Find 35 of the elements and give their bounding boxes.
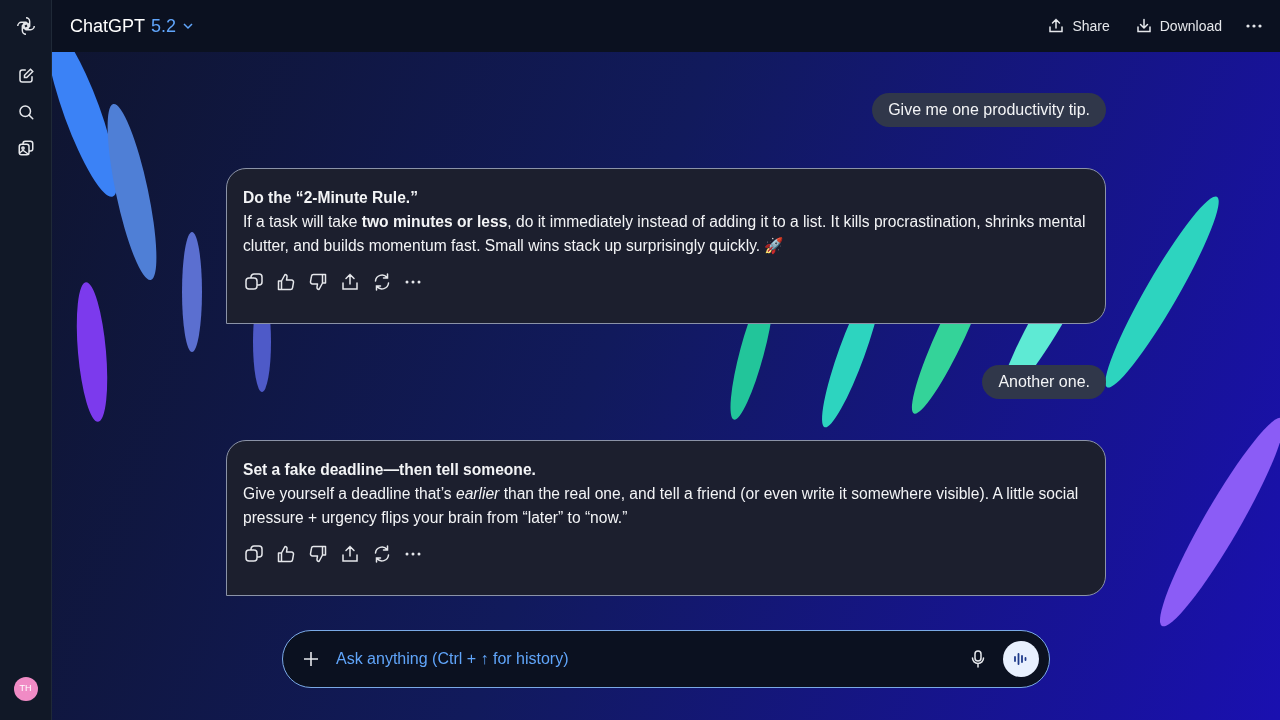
app-title: ChatGPT	[70, 14, 146, 38]
response-title: Do the “2-Minute Rule.”	[243, 188, 418, 208]
copy-icon[interactable]	[245, 273, 263, 291]
response-text: Give yourself a deadline that’s earlier than the real one, and tell a friend (or even write it somewhere visible). A little social pressure + urgency flips your brain from “later” to “now.”	[243, 484, 1080, 528]
share-icon[interactable]	[341, 545, 359, 563]
thumbs-down-icon[interactable]	[309, 273, 327, 291]
model-selector[interactable]: ChatGPT 5.2	[70, 12, 195, 40]
message-composer[interactable]: Ask anything (Ctrl + ↑ for history)	[282, 630, 1050, 688]
more-options-icon[interactable]	[1246, 24, 1262, 28]
images-icon[interactable]	[16, 139, 35, 157]
copy-icon[interactable]	[245, 545, 263, 563]
microphone-icon[interactable]	[971, 650, 985, 668]
prompt-input[interactable]: Ask anything (Ctrl + ↑ for history)	[336, 647, 971, 671]
thumbs-up-icon[interactable]	[277, 273, 295, 291]
plus-icon[interactable]	[303, 651, 319, 667]
regenerate-icon[interactable]	[373, 545, 391, 563]
model-version: 5.2	[151, 14, 177, 38]
share-icon	[1048, 18, 1065, 34]
thumbs-up-icon[interactable]	[277, 545, 295, 563]
download-icon	[1135, 18, 1152, 34]
chevron-down-icon	[182, 20, 195, 32]
logo-icon[interactable]	[14, 15, 37, 37]
share-icon[interactable]	[341, 273, 359, 291]
share-button[interactable]: Share	[1048, 15, 1110, 37]
download-button[interactable]: Download	[1135, 15, 1222, 37]
user-message: Another one.	[982, 365, 1106, 399]
response-title: Set a fake deadline—then tell someone.	[243, 460, 536, 480]
new-chat-icon[interactable]	[16, 67, 35, 85]
response-text: If a task will take two minutes or less, do it immediately instead of adding it to a list. It kills procrastination, shrinks mental clutter, and builds momentum fast. Small wins stack up surprisingly quickly. 🚀	[243, 212, 1087, 256]
voice-mode-button[interactable]	[1003, 641, 1039, 677]
thumbs-down-icon[interactable]	[309, 545, 327, 563]
regenerate-icon[interactable]	[373, 273, 391, 291]
voice-wave-icon	[1013, 652, 1029, 666]
search-icon[interactable]	[16, 103, 35, 121]
user-message: Give me one productivity tip.	[872, 93, 1106, 127]
